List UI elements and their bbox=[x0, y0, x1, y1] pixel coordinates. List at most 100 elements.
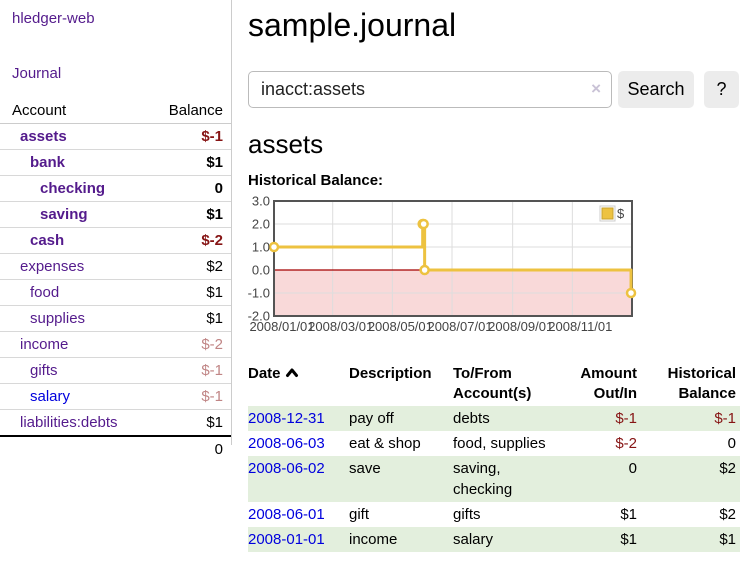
accounts-total-value: 0 bbox=[142, 436, 231, 462]
account-link[interactable]: income bbox=[20, 336, 68, 353]
account-row: liabilities:debts $1 bbox=[0, 410, 231, 437]
transaction-date-link[interactable]: 2008-06-01 bbox=[248, 506, 325, 523]
account-row: food$1 bbox=[0, 280, 231, 306]
account-row: expenses $2 bbox=[0, 254, 231, 280]
col-description: Description bbox=[345, 362, 449, 406]
balance-chart-svg: $3.02.01.00.0-1.0-2.02008/01/012008/03/0… bbox=[246, 197, 640, 345]
register-row: 2008-06-03eat & shopfood, supplies$-20 bbox=[248, 431, 740, 456]
data-point-marker bbox=[420, 220, 428, 228]
help-button[interactable]: ? bbox=[704, 71, 739, 108]
accounts-total-row: 0 bbox=[0, 436, 231, 462]
account-link[interactable]: saving bbox=[40, 206, 88, 223]
x-tick-label: 2008/01/01 bbox=[249, 319, 314, 334]
account-link[interactable]: supplies bbox=[30, 310, 85, 327]
register-balance-cell: 0 bbox=[641, 431, 740, 456]
nav-journal-link[interactable]: Journal bbox=[12, 65, 231, 82]
account-name-cell: bank bbox=[0, 150, 142, 176]
search-form: × Search ? bbox=[248, 71, 740, 108]
register-amount-cell: $1 bbox=[553, 502, 641, 527]
col-date[interactable]: Date bbox=[248, 362, 345, 406]
historical-balance-chart: $3.02.01.00.0-1.0-2.02008/01/012008/03/0… bbox=[248, 197, 740, 345]
register-balance-cell: $2 bbox=[641, 502, 740, 527]
y-tick-label: -1.0 bbox=[248, 286, 270, 301]
search-input[interactable] bbox=[248, 71, 612, 108]
transaction-date-link[interactable]: 2008-01-01 bbox=[248, 531, 325, 548]
accounts-header-row: Account Balance bbox=[0, 98, 231, 124]
clear-search-icon[interactable]: × bbox=[591, 79, 601, 99]
account-row: saving$1 bbox=[0, 202, 231, 228]
sort-ascending-icon bbox=[285, 367, 299, 378]
account-name-cell: saving bbox=[0, 202, 142, 228]
chart-title: Historical Balance: bbox=[248, 173, 740, 189]
account-name-cell: gifts bbox=[0, 358, 142, 384]
register-accounts-cell: food, supplies bbox=[449, 431, 553, 456]
data-point-marker bbox=[627, 289, 635, 297]
register-description-cell: income bbox=[345, 527, 449, 552]
account-name-cell: supplies bbox=[0, 306, 142, 332]
app-brand-link[interactable]: hledger-web bbox=[12, 10, 231, 27]
y-tick-label: 2.0 bbox=[252, 217, 270, 232]
account-row: income$-2 bbox=[0, 332, 231, 358]
register-balance-cell: $-1 bbox=[641, 406, 740, 431]
account-link[interactable]: expenses bbox=[20, 258, 84, 275]
register-accounts-cell: saving, checking bbox=[449, 456, 553, 502]
data-point-marker bbox=[421, 266, 429, 274]
register-table: Date Description To/From Account(s) Amou… bbox=[248, 362, 740, 552]
register-row: 2008-12-31pay offdebts$-1$-1 bbox=[248, 406, 740, 431]
register-amount-cell: 0 bbox=[553, 456, 641, 502]
transaction-date-link[interactable]: 2008-06-02 bbox=[248, 460, 325, 477]
account-link[interactable]: food bbox=[30, 284, 59, 301]
col-amount: Amount Out/In bbox=[553, 362, 641, 406]
register-description-cell: eat & shop bbox=[345, 431, 449, 456]
main-content: sample.journal × Search ? assets Histori… bbox=[248, 0, 740, 552]
account-link[interactable]: gifts bbox=[30, 362, 58, 379]
account-link[interactable]: liabilities:debts bbox=[20, 414, 118, 431]
account-row: gifts $-1 bbox=[0, 358, 231, 384]
register-balance-cell: $2 bbox=[641, 456, 740, 502]
account-row: checking0 bbox=[0, 176, 231, 202]
data-point-marker bbox=[270, 243, 278, 251]
search-input-wrap: × bbox=[248, 71, 612, 108]
register-date-cell: 2008-06-02 bbox=[248, 456, 345, 502]
account-link[interactable]: salary bbox=[30, 388, 70, 405]
account-link[interactable]: cash bbox=[30, 232, 64, 249]
x-tick-label: 2008/05/01 bbox=[368, 319, 433, 334]
register-row: 2008-01-01incomesalary$1$1 bbox=[248, 527, 740, 552]
legend-swatch-icon bbox=[602, 208, 613, 219]
register-description-cell: gift bbox=[345, 502, 449, 527]
search-button[interactable]: Search bbox=[618, 71, 694, 108]
legend-label: $ bbox=[617, 206, 625, 221]
register-accounts-cell: salary bbox=[449, 527, 553, 552]
transaction-date-link[interactable]: 2008-06-03 bbox=[248, 435, 325, 452]
register-description-cell: pay off bbox=[345, 406, 449, 431]
account-link[interactable]: bank bbox=[30, 154, 65, 171]
account-link[interactable]: checking bbox=[40, 180, 105, 197]
register-date-cell: 2008-06-03 bbox=[248, 431, 345, 456]
register-row: 2008-06-01giftgifts$1$2 bbox=[248, 502, 740, 527]
account-row: assets$-1 bbox=[0, 124, 231, 150]
account-link[interactable]: assets bbox=[20, 128, 67, 145]
x-tick-label: 2008/11/01 bbox=[548, 319, 612, 334]
y-tick-label: 1.0 bbox=[252, 240, 270, 255]
account-balance: $2 bbox=[142, 254, 231, 280]
account-balance: $1 bbox=[142, 410, 231, 437]
account-name-cell: expenses bbox=[0, 254, 142, 280]
account-name-cell: income bbox=[0, 332, 142, 358]
account-balance: $-1 bbox=[142, 358, 231, 384]
account-name-cell: checking bbox=[0, 176, 142, 202]
account-name-cell: liabilities:debts bbox=[0, 410, 142, 437]
account-heading: assets bbox=[248, 129, 740, 159]
account-balance: $1 bbox=[142, 306, 231, 332]
col-balance: Historical Balance bbox=[641, 362, 740, 406]
account-name-cell: food bbox=[0, 280, 142, 306]
register-date-cell: 2008-01-01 bbox=[248, 527, 345, 552]
register-row: 2008-06-02savesaving, checking0$2 bbox=[248, 456, 740, 502]
transaction-date-link[interactable]: 2008-12-31 bbox=[248, 410, 325, 427]
account-balance: $-2 bbox=[142, 228, 231, 254]
y-tick-label: 0.0 bbox=[252, 263, 270, 278]
col-tofrom: To/From Account(s) bbox=[449, 362, 553, 406]
accounts-col-account: Account bbox=[0, 98, 142, 124]
accounts-table: Account Balance assets$-1bank$1checking0… bbox=[0, 98, 231, 462]
x-tick-label: 2008/09/01 bbox=[488, 319, 553, 334]
x-tick-label: 2008/03/01 bbox=[308, 319, 373, 334]
